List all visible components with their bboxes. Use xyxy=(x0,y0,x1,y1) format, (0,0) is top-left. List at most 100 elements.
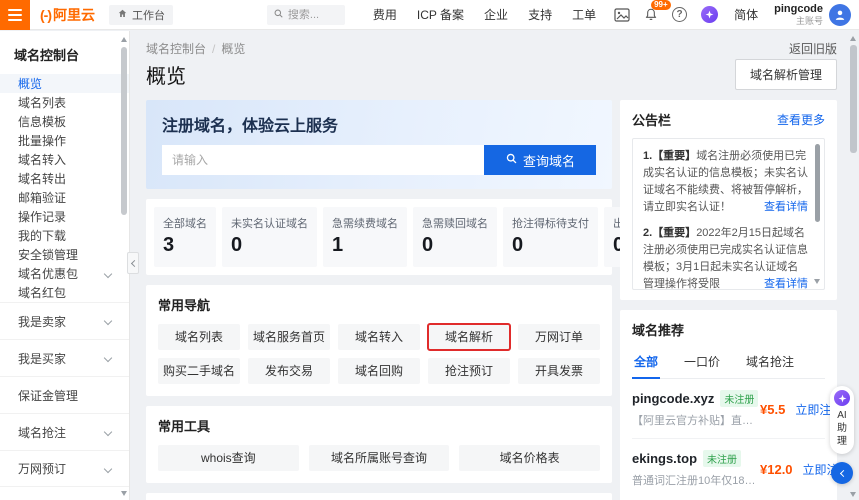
nav-wanwang-order-button[interactable]: 万网订单 xyxy=(518,324,600,350)
sidebar-title: 域名控制台 xyxy=(0,31,129,74)
tool-whois-button[interactable]: whois查询 xyxy=(158,445,299,471)
tools-card: 常用工具 whois查询 域名所属账号查询 域名价格表 xyxy=(146,406,612,483)
nav-backorder-reserve-button[interactable]: 抢注预订 xyxy=(428,358,510,384)
notice-item: 1.【重要】域名注册必须使用已完成实名认证的信息模板；未实名认证域名不能续费、将… xyxy=(643,148,808,216)
sidebar-item-operation-log[interactable]: 操作记录 xyxy=(0,207,129,226)
breadcrumb-root[interactable]: 域名控制台 xyxy=(146,42,206,56)
stat-renewal-urgent[interactable]: 急需续费域名 1 xyxy=(323,207,407,267)
hamburger-menu-button[interactable] xyxy=(0,0,30,30)
sidebar: 域名控制台 概览 域名列表 信息模板 批量操作 域名转入 域名转出 邮箱验证 操… xyxy=(0,31,130,500)
sidebar-item-seller[interactable]: 我是卖家 xyxy=(0,302,129,339)
sidebar-item-overview[interactable]: 概览 xyxy=(0,74,129,93)
nav-publish-trade-button[interactable]: 发布交易 xyxy=(248,358,330,384)
back-to-old-version-link[interactable]: 返回旧版 xyxy=(789,40,837,57)
sidebar-item-wanwang-reserve[interactable]: 万网预订 xyxy=(0,450,129,487)
menu-item-icp[interactable]: ICP 备案 xyxy=(417,6,464,23)
scroll-down-arrow[interactable] xyxy=(814,279,820,284)
tab-all[interactable]: 全部 xyxy=(632,347,660,379)
panel-collapse-button[interactable] xyxy=(831,462,853,484)
menu-item-billing[interactable]: 费用 xyxy=(373,6,397,23)
chevron-down-icon xyxy=(104,428,112,436)
chevron-down-icon xyxy=(104,464,112,472)
menu-item-enterprise[interactable]: 企业 xyxy=(484,6,508,23)
stat-redeem-urgent[interactable]: 急需赎回域名 0 xyxy=(413,207,497,267)
workbench-button[interactable]: 工作台 xyxy=(109,5,173,25)
home-icon xyxy=(117,8,128,22)
domain-search-input[interactable] xyxy=(162,145,484,175)
sidebar-item-my-downloads[interactable]: 我的下载 xyxy=(0,226,129,245)
ai-assistant-label: AI 助 理 xyxy=(830,409,854,448)
domain-name[interactable]: ekings.top xyxy=(632,451,697,466)
global-search-input[interactable] xyxy=(288,9,336,21)
user-avatar[interactable] xyxy=(829,4,851,26)
tab-fixed-price[interactable]: 一口价 xyxy=(682,347,722,378)
dns-manage-button[interactable]: 域名解析管理 xyxy=(735,59,837,90)
domain-desc: 普通词汇注册10年仅188元，批量... xyxy=(632,472,760,488)
nav-invoice-button[interactable]: 开具发票 xyxy=(518,358,600,384)
menu-item-support[interactable]: 支持 xyxy=(528,6,552,23)
console-apps-icon[interactable] xyxy=(614,8,630,22)
sidebar-item-deposit[interactable]: 保证金管理 xyxy=(0,376,129,413)
announcement-scrollbar[interactable] xyxy=(814,142,821,286)
stat-backorder-pay[interactable]: 抢注得标待支付 0 xyxy=(503,207,598,267)
chevron-down-icon xyxy=(104,317,112,325)
sidebar-item-discount-pack[interactable]: 域名优惠包 xyxy=(0,264,129,283)
nav-domain-list-button[interactable]: 域名列表 xyxy=(158,324,240,350)
announcement-more-link[interactable]: 查看更多 xyxy=(777,111,825,128)
stat-all-domains[interactable]: 全部域名 3 xyxy=(154,207,216,267)
ai-assistant-button[interactable]: AI 助 理 xyxy=(830,386,854,454)
scroll-down-arrow[interactable] xyxy=(850,492,856,497)
top-header: (-) 阿里云 工作台 费用 ICP 备案 企业 支持 工单 99+ ? xyxy=(0,0,859,30)
sidebar-item-security-lock[interactable]: 安全锁管理 xyxy=(0,245,129,264)
account-info[interactable]: pingcode 主账号 xyxy=(774,3,823,26)
scrollbar-thumb[interactable] xyxy=(121,47,127,215)
tab-backorder[interactable]: 域名抢注 xyxy=(744,347,796,378)
sidebar-item-backorder[interactable]: 域名抢注 xyxy=(0,413,129,450)
scroll-up-arrow[interactable] xyxy=(121,37,127,42)
tool-account-lookup-button[interactable]: 域名所属账号查询 xyxy=(309,445,450,471)
customer-service-icon[interactable] xyxy=(701,6,718,23)
domain-name[interactable]: pingcode.xyz xyxy=(632,391,714,406)
sidebar-item-transfer-in[interactable]: 域名转入 xyxy=(0,150,129,169)
scrollbar-thumb[interactable] xyxy=(850,45,857,153)
chevron-left-icon xyxy=(839,469,846,476)
page-title: 概览 xyxy=(146,60,186,89)
tools-title: 常用工具 xyxy=(158,416,600,435)
announcement-list: 1.【重要】域名注册必须使用已完成实名认证的信息模板；未实名认证域名不能续费、将… xyxy=(632,138,825,290)
banner-title: 注册域名，体验云上服务 xyxy=(162,112,596,136)
scroll-up-arrow[interactable] xyxy=(850,36,856,41)
nav-buyback-button[interactable]: 域名回购 xyxy=(338,358,420,384)
sidebar-item-buyer[interactable]: 我是买家 xyxy=(0,339,129,376)
nav-buy-secondhand-button[interactable]: 购买二手域名 xyxy=(158,358,240,384)
quick-nav-card: 常用导航 域名列表 域名服务首页 域名转入 域名解析 万网订单 购买二手域名 发… xyxy=(146,285,612,396)
aliyun-logo[interactable]: (-) 阿里云 xyxy=(40,5,95,25)
notification-bell-icon[interactable]: 99+ xyxy=(644,7,658,22)
sidebar-item-domain-list[interactable]: 域名列表 xyxy=(0,93,129,112)
notice-detail-link[interactable]: 查看详情 xyxy=(764,276,808,290)
announcement-title: 公告栏 xyxy=(632,110,671,129)
nav-transfer-in-button[interactable]: 域名转入 xyxy=(338,324,420,350)
stat-unverified[interactable]: 未实名认证域名 0 xyxy=(222,207,317,267)
global-search[interactable] xyxy=(267,5,345,25)
sidebar-item-transfer-out[interactable]: 域名转出 xyxy=(0,169,129,188)
announcement-card: 公告栏 查看更多 1.【重要】域名注册必须使用已完成实名认证的信息模板；未实名认… xyxy=(620,100,837,300)
help-icon[interactable]: ? xyxy=(672,7,687,22)
scrollbar-thumb[interactable] xyxy=(815,144,820,222)
tool-price-list-button[interactable]: 域名价格表 xyxy=(459,445,600,471)
language-switch[interactable]: 简体 xyxy=(734,6,758,23)
nav-domain-home-button[interactable]: 域名服务首页 xyxy=(248,324,330,350)
domain-search-button[interactable]: 查询域名 xyxy=(484,145,596,175)
scroll-down-arrow[interactable] xyxy=(121,491,127,496)
recommend-tabs: 全部 一口价 域名抢注 xyxy=(632,347,825,379)
sidebar-item-email-verify[interactable]: 邮箱验证 xyxy=(0,188,129,207)
nav-dns-resolve-button[interactable]: 域名解析 xyxy=(428,324,510,350)
search-icon xyxy=(505,152,518,168)
domain-stats: 全部域名 3 未实名认证域名 0 急需续费域名 1 急需赎回域名 0 抢注得标待… xyxy=(146,199,612,275)
notice-detail-link[interactable]: 查看详情 xyxy=(764,199,808,216)
sidebar-item-info-template[interactable]: 信息模板 xyxy=(0,112,129,131)
guide-card: 使用指南 实名认证相关问题 为什么需要实名认证? 实名认证需要多久？如何查询进度… xyxy=(146,493,612,500)
menu-item-tickets[interactable]: 工单 xyxy=(572,6,596,23)
sidebar-item-red-packet[interactable]: 域名红包 xyxy=(0,283,129,302)
sidebar-collapse-handle[interactable] xyxy=(127,252,139,274)
sidebar-item-batch-ops[interactable]: 批量操作 xyxy=(0,131,129,150)
